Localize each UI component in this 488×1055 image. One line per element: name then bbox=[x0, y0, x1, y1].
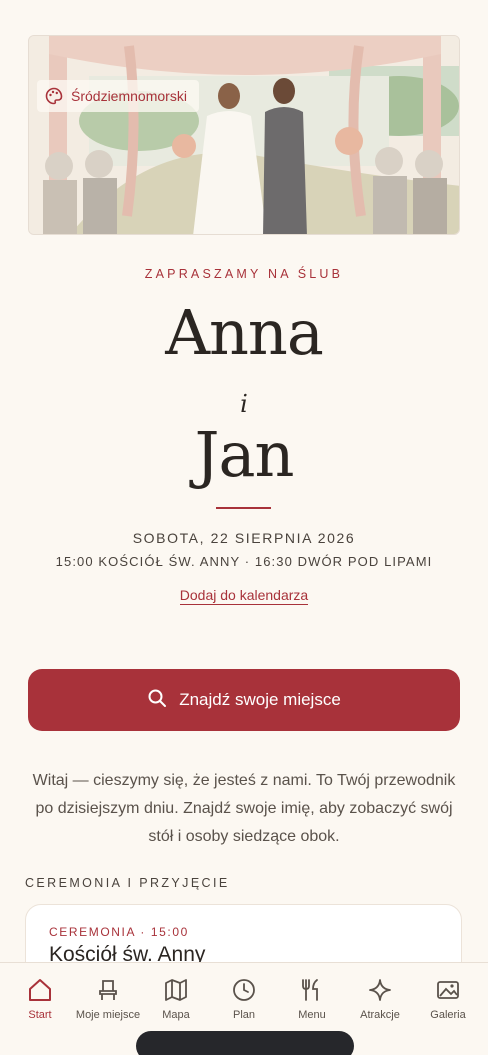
divider bbox=[216, 507, 271, 509]
tab-label: Menu bbox=[298, 1009, 326, 1021]
tab-label: Moje miejsce bbox=[75, 1009, 141, 1021]
tab-label: Atrakcje bbox=[360, 1009, 400, 1021]
image-icon bbox=[437, 981, 459, 999]
search-icon bbox=[147, 688, 167, 713]
tab-label: Start bbox=[28, 1009, 52, 1021]
clock-icon bbox=[233, 979, 255, 1001]
bride-name: Anna bbox=[165, 296, 324, 369]
home-icon bbox=[29, 979, 51, 1001]
sparkle-icon bbox=[369, 979, 391, 1001]
tab-moje-miejsce[interactable]: Moje miejsce bbox=[74, 963, 142, 1055]
tab-label: Plan bbox=[232, 1009, 256, 1021]
find-seat-label: Znajdź swoje miejsce bbox=[179, 690, 341, 709]
tab-start[interactable]: Start bbox=[6, 963, 74, 1055]
tab-label: Mapa bbox=[162, 1009, 190, 1021]
theme-badge[interactable]: Śródziemnomorski bbox=[37, 80, 199, 112]
welcome-text: Witaj — cieszymy się, że jesteś z nami. … bbox=[32, 772, 456, 845]
cutlery-icon bbox=[302, 979, 318, 1001]
seat-icon bbox=[99, 980, 117, 1000]
map-icon bbox=[165, 979, 187, 1001]
add-to-calendar-link[interactable]: Dodaj do kalendarza bbox=[179, 587, 309, 605]
tab-atrakcje[interactable]: Atrakcje bbox=[346, 963, 414, 1055]
tab-galeria[interactable]: Galeria bbox=[414, 963, 482, 1055]
section-title: CEREMONIA I PRZYJĘCIE bbox=[25, 876, 230, 890]
theme-label: Śródziemnomorski bbox=[71, 88, 187, 104]
find-seat-button[interactable]: Znajdź swoje miejsce bbox=[28, 669, 460, 731]
tab-label: Galeria bbox=[430, 1009, 466, 1021]
groom-name: Jan bbox=[194, 418, 295, 491]
hero-image: Śródziemnomorski bbox=[28, 35, 460, 235]
browser-toolbar[interactable] bbox=[136, 1031, 354, 1055]
palette-icon bbox=[45, 87, 63, 105]
wedding-places: 15:00 KOŚCIÓŁ ŚW. ANNY · 16:30 DWÓR POD … bbox=[55, 554, 433, 569]
add-to-calendar-link-wrap: Dodaj do kalendarza bbox=[0, 587, 488, 605]
conjunction: i bbox=[240, 390, 248, 418]
wedding-illustration bbox=[29, 36, 459, 234]
ceremony-tag: CEREMONIA · 15:00 bbox=[49, 925, 189, 939]
invite-eyebrow: ZAPRASZAMY NA ŚLUB bbox=[144, 267, 344, 281]
wedding-date: SOBOTA, 22 SIERPNIA 2026 bbox=[132, 530, 356, 546]
